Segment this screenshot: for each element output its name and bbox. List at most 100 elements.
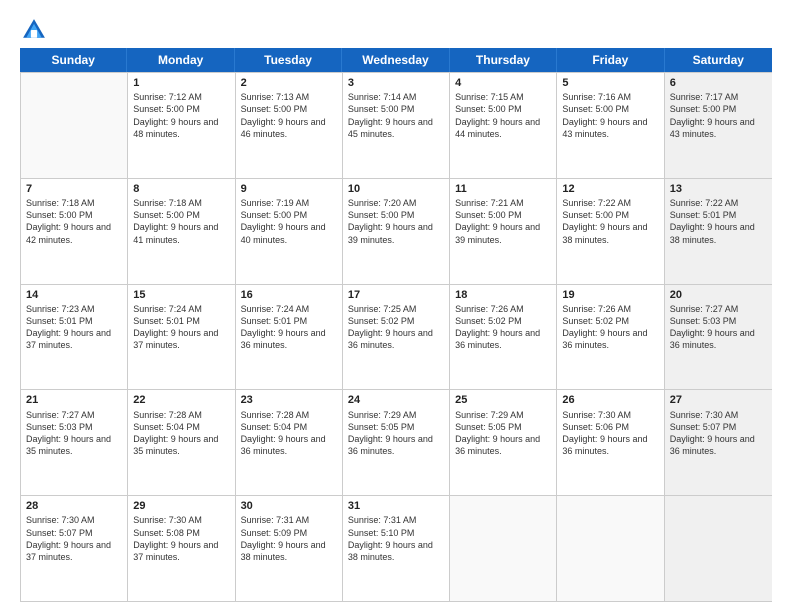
day-number: 28 <box>26 499 122 513</box>
day-cell-28: 28Sunrise: 7:30 AMSunset: 5:07 PMDayligh… <box>21 496 128 601</box>
week-row-2: 7Sunrise: 7:18 AMSunset: 5:00 PMDaylight… <box>21 178 772 284</box>
cell-info: Sunrise: 7:23 AMSunset: 5:01 PMDaylight:… <box>26 303 122 352</box>
header-day-monday: Monday <box>127 48 234 72</box>
cell-info: Sunrise: 7:31 AMSunset: 5:10 PMDaylight:… <box>348 514 444 563</box>
empty-cell <box>665 496 772 601</box>
day-number: 17 <box>348 288 444 302</box>
day-number: 23 <box>241 393 337 407</box>
day-cell-1: 1Sunrise: 7:12 AMSunset: 5:00 PMDaylight… <box>128 73 235 178</box>
day-cell-9: 9Sunrise: 7:19 AMSunset: 5:00 PMDaylight… <box>236 179 343 284</box>
day-number: 10 <box>348 182 444 196</box>
day-cell-12: 12Sunrise: 7:22 AMSunset: 5:00 PMDayligh… <box>557 179 664 284</box>
cell-info: Sunrise: 7:24 AMSunset: 5:01 PMDaylight:… <box>133 303 229 352</box>
day-cell-16: 16Sunrise: 7:24 AMSunset: 5:01 PMDayligh… <box>236 285 343 390</box>
cell-info: Sunrise: 7:30 AMSunset: 5:08 PMDaylight:… <box>133 514 229 563</box>
week-row-5: 28Sunrise: 7:30 AMSunset: 5:07 PMDayligh… <box>21 495 772 601</box>
empty-cell <box>21 73 128 178</box>
day-number: 14 <box>26 288 122 302</box>
cell-info: Sunrise: 7:30 AMSunset: 5:07 PMDaylight:… <box>26 514 122 563</box>
day-cell-10: 10Sunrise: 7:20 AMSunset: 5:00 PMDayligh… <box>343 179 450 284</box>
cell-info: Sunrise: 7:15 AMSunset: 5:00 PMDaylight:… <box>455 91 551 140</box>
cell-info: Sunrise: 7:16 AMSunset: 5:00 PMDaylight:… <box>562 91 658 140</box>
day-cell-3: 3Sunrise: 7:14 AMSunset: 5:00 PMDaylight… <box>343 73 450 178</box>
day-cell-14: 14Sunrise: 7:23 AMSunset: 5:01 PMDayligh… <box>21 285 128 390</box>
day-cell-30: 30Sunrise: 7:31 AMSunset: 5:09 PMDayligh… <box>236 496 343 601</box>
header-day-tuesday: Tuesday <box>235 48 342 72</box>
day-number: 2 <box>241 76 337 90</box>
day-cell-7: 7Sunrise: 7:18 AMSunset: 5:00 PMDaylight… <box>21 179 128 284</box>
day-number: 21 <box>26 393 122 407</box>
day-number: 4 <box>455 76 551 90</box>
cell-info: Sunrise: 7:27 AMSunset: 5:03 PMDaylight:… <box>26 409 122 458</box>
day-number: 3 <box>348 76 444 90</box>
day-cell-24: 24 Sunrise: 7:29 AMSunset: 5:05 PMDayligh… <box>343 390 450 495</box>
week-row-3: 14Sunrise: 7:23 AMSunset: 5:01 PMDayligh… <box>21 284 772 390</box>
day-number: 30 <box>241 499 337 513</box>
cell-info: Sunrise: 7:31 AMSunset: 5:09 PMDaylight:… <box>241 514 337 563</box>
day-number: 18 <box>455 288 551 302</box>
day-cell-13: 13Sunrise: 7:22 AMSunset: 5:01 PMDayligh… <box>665 179 772 284</box>
day-number: 5 <box>562 76 658 90</box>
header <box>20 16 772 44</box>
cell-info: Sunrise: 7:27 AMSunset: 5:03 PMDaylight:… <box>670 303 767 352</box>
day-cell-2: 2Sunrise: 7:13 AMSunset: 5:00 PMDaylight… <box>236 73 343 178</box>
day-number: 15 <box>133 288 229 302</box>
cell-info: Sunrise: 7:29 AMSunset: 5:05 PMDaylight:… <box>455 409 551 458</box>
cell-info: Sunrise: 7:29 AMSunset: 5:05 PMDaylight:… <box>348 409 444 458</box>
day-cell-11: 11Sunrise: 7:21 AMSunset: 5:00 PMDayligh… <box>450 179 557 284</box>
cell-info: Sunrise: 7:18 AMSunset: 5:00 PMDaylight:… <box>133 197 229 246</box>
header-day-sunday: Sunday <box>20 48 127 72</box>
day-number: 1 <box>133 76 229 90</box>
cell-info: Sunrise: 7:19 AMSunset: 5:00 PMDaylight:… <box>241 197 337 246</box>
cell-info: Sunrise: 7:28 AMSunset: 5:04 PMDaylight:… <box>241 409 337 458</box>
day-number: 13 <box>670 182 767 196</box>
day-cell-18: 18Sunrise: 7:26 AMSunset: 5:02 PMDayligh… <box>450 285 557 390</box>
day-cell-21: 21 Sunrise: 7:27 AMSunset: 5:03 PMDayligh… <box>21 390 128 495</box>
logo <box>20 16 52 44</box>
cell-info: Sunrise: 7:26 AMSunset: 5:02 PMDaylight:… <box>455 303 551 352</box>
day-cell-5: 5Sunrise: 7:16 AMSunset: 5:00 PMDaylight… <box>557 73 664 178</box>
day-cell-19: 19Sunrise: 7:26 AMSunset: 5:02 PMDayligh… <box>557 285 664 390</box>
day-cell-23: 23 Sunrise: 7:28 AMSunset: 5:04 PMDayligh… <box>236 390 343 495</box>
header-day-wednesday: Wednesday <box>342 48 449 72</box>
day-cell-25: 25Sunrise: 7:29 AMSunset: 5:05 PMDayligh… <box>450 390 557 495</box>
empty-cell <box>557 496 664 601</box>
main-container: SundayMondayTuesdayWednesdayThursdayFrid… <box>0 0 792 612</box>
cell-info: Sunrise: 7:30 AMSunset: 5:07 PMDaylight:… <box>670 409 767 458</box>
cell-info: Sunrise: 7:24 AMSunset: 5:01 PMDaylight:… <box>241 303 337 352</box>
day-number: 20 <box>670 288 767 302</box>
cell-info: Sunrise: 7:22 AMSunset: 5:01 PMDaylight:… <box>670 197 767 246</box>
day-number: 11 <box>455 182 551 196</box>
calendar: SundayMondayTuesdayWednesdayThursdayFrid… <box>20 48 772 602</box>
day-number: 12 <box>562 182 658 196</box>
empty-cell <box>450 496 557 601</box>
day-number: 19 <box>562 288 658 302</box>
day-cell-29: 29Sunrise: 7:30 AMSunset: 5:08 PMDayligh… <box>128 496 235 601</box>
cell-info: Sunrise: 7:13 AMSunset: 5:00 PMDaylight:… <box>241 91 337 140</box>
week-row-1: 1Sunrise: 7:12 AMSunset: 5:00 PMDaylight… <box>21 72 772 178</box>
cell-info: Sunrise: 7:30 AMSunset: 5:06 PMDaylight:… <box>562 409 658 458</box>
day-number: 26 <box>562 393 658 407</box>
day-cell-26: 26 Sunrise: 7:30 AMSunset: 5:06 PMDayligh… <box>557 390 664 495</box>
week-row-4: 21 Sunrise: 7:27 AMSunset: 5:03 PMDayligh… <box>21 389 772 495</box>
day-number: 16 <box>241 288 337 302</box>
day-cell-31: 31Sunrise: 7:31 AMSunset: 5:10 PMDayligh… <box>343 496 450 601</box>
cell-info: Sunrise: 7:20 AMSunset: 5:00 PMDaylight:… <box>348 197 444 246</box>
day-cell-8: 8Sunrise: 7:18 AMSunset: 5:00 PMDaylight… <box>128 179 235 284</box>
day-number: 22 <box>133 393 229 407</box>
day-number: 31 <box>348 499 444 513</box>
cell-info: Sunrise: 7:18 AMSunset: 5:00 PMDaylight:… <box>26 197 122 246</box>
cell-info: Sunrise: 7:22 AMSunset: 5:00 PMDaylight:… <box>562 197 658 246</box>
logo-icon <box>20 16 48 44</box>
cell-info: Sunrise: 7:17 AMSunset: 5:00 PMDaylight:… <box>670 91 767 140</box>
calendar-body: 1Sunrise: 7:12 AMSunset: 5:00 PMDaylight… <box>20 72 772 602</box>
day-number: 24 <box>348 393 444 407</box>
day-cell-6: 6Sunrise: 7:17 AMSunset: 5:00 PMDaylight… <box>665 73 772 178</box>
cell-info: Sunrise: 7:28 AMSunset: 5:04 PMDaylight:… <box>133 409 229 458</box>
day-cell-22: 22 Sunrise: 7:28 AMSunset: 5:04 PMDayligh… <box>128 390 235 495</box>
day-cell-15: 15Sunrise: 7:24 AMSunset: 5:01 PMDayligh… <box>128 285 235 390</box>
day-number: 27 <box>670 393 767 407</box>
cell-info: Sunrise: 7:12 AMSunset: 5:00 PMDaylight:… <box>133 91 229 140</box>
day-number: 7 <box>26 182 122 196</box>
day-cell-27: 27 Sunrise: 7:30 AMSunset: 5:07 PMDayligh… <box>665 390 772 495</box>
